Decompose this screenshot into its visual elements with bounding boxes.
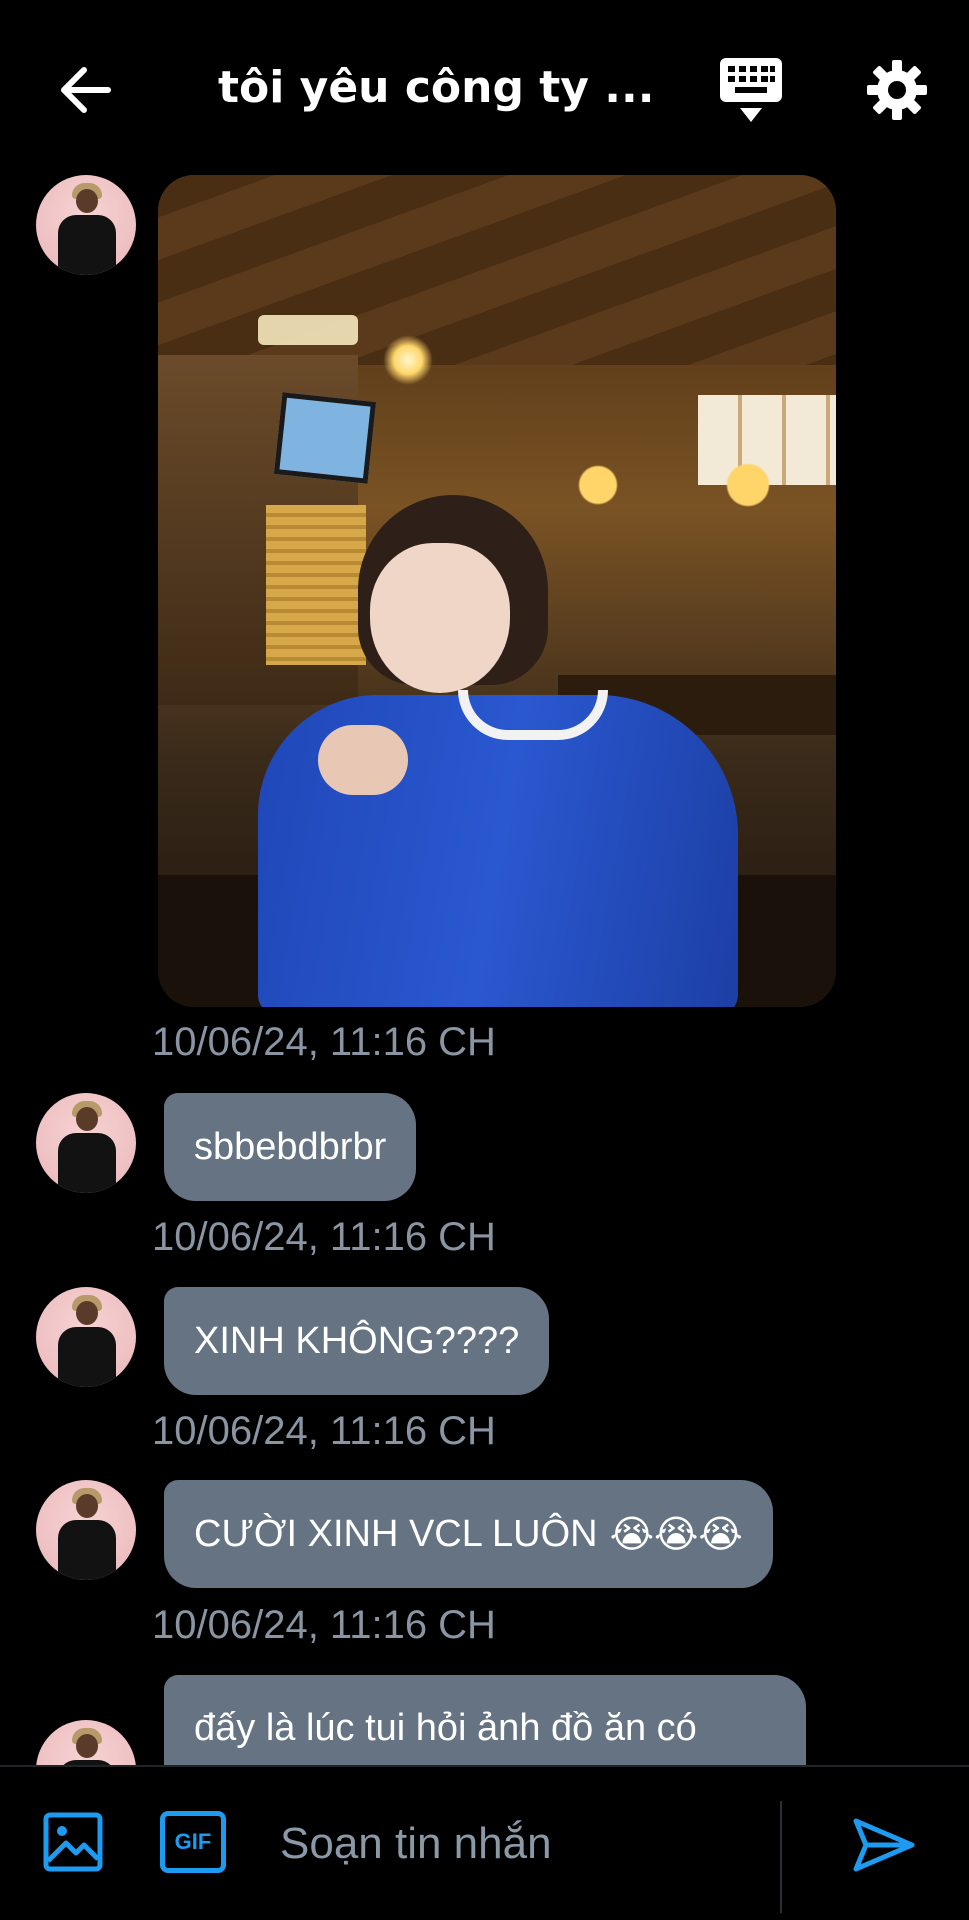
- send-button[interactable]: [852, 1813, 916, 1877]
- message-list[interactable]: 10/06/24, 11:16 CH sbbebdbrbr 10/06/24, …: [0, 175, 969, 1765]
- message-timestamp: 10/06/24, 11:16 CH: [152, 1020, 496, 1064]
- arrow-left-icon: [61, 67, 111, 113]
- conversation-title[interactable]: tôi yêu công ty ...: [218, 62, 654, 113]
- send-icon: [853, 1818, 915, 1872]
- message-text: XINH KHÔNG????: [194, 1319, 520, 1362]
- message-input[interactable]: [278, 1807, 762, 1881]
- message-text: đấy là lúc tui hỏi ảnh đồ ăn có: [194, 1707, 697, 1749]
- avatar[interactable]: [36, 1480, 136, 1580]
- avatar[interactable]: [36, 1287, 136, 1387]
- message-bubble[interactable]: đấy là lúc tui hỏi ảnh đồ ăn có: [164, 1675, 806, 1765]
- keyboard-icon: [720, 58, 782, 122]
- keyboard-button[interactable]: [718, 56, 784, 126]
- gear-icon: [867, 60, 927, 120]
- back-button[interactable]: [55, 60, 115, 120]
- avatar[interactable]: [36, 1720, 136, 1765]
- gif-label: GIF: [174, 1829, 212, 1854]
- composer-bar: GIF: [0, 1765, 969, 1920]
- message-bubble[interactable]: sbbebdbrbr: [164, 1093, 417, 1201]
- message-bubble[interactable]: XINH KHÔNG????: [164, 1287, 550, 1395]
- add-gif-button[interactable]: GIF: [160, 1811, 226, 1873]
- avatar[interactable]: [36, 175, 136, 275]
- message-text: sbbebdbrbr: [194, 1125, 387, 1168]
- add-image-button[interactable]: [42, 1811, 104, 1873]
- crying-emoji: 😭😭😭: [609, 1512, 743, 1556]
- message-bubble[interactable]: CƯỜI XINH VCL LUÔN 😭😭😭: [164, 1480, 773, 1588]
- image-icon: [43, 1812, 103, 1872]
- photo-message[interactable]: [158, 175, 836, 1007]
- composer-divider: [780, 1801, 782, 1913]
- settings-button[interactable]: [865, 58, 929, 122]
- message-text: CƯỜI XINH VCL LUÔN: [194, 1512, 598, 1555]
- chat-header: tôi yêu công ty ...: [0, 0, 969, 175]
- message-timestamp: 10/06/24, 11:16 CH: [152, 1215, 496, 1259]
- message-timestamp: 10/06/24, 11:16 CH: [152, 1409, 496, 1453]
- chat-screen: tôi yêu công ty ... 10/06/24, 11:16 CH s…: [0, 0, 969, 1920]
- avatar[interactable]: [36, 1093, 136, 1193]
- message-timestamp: 10/06/24, 11:16 CH: [152, 1603, 496, 1647]
